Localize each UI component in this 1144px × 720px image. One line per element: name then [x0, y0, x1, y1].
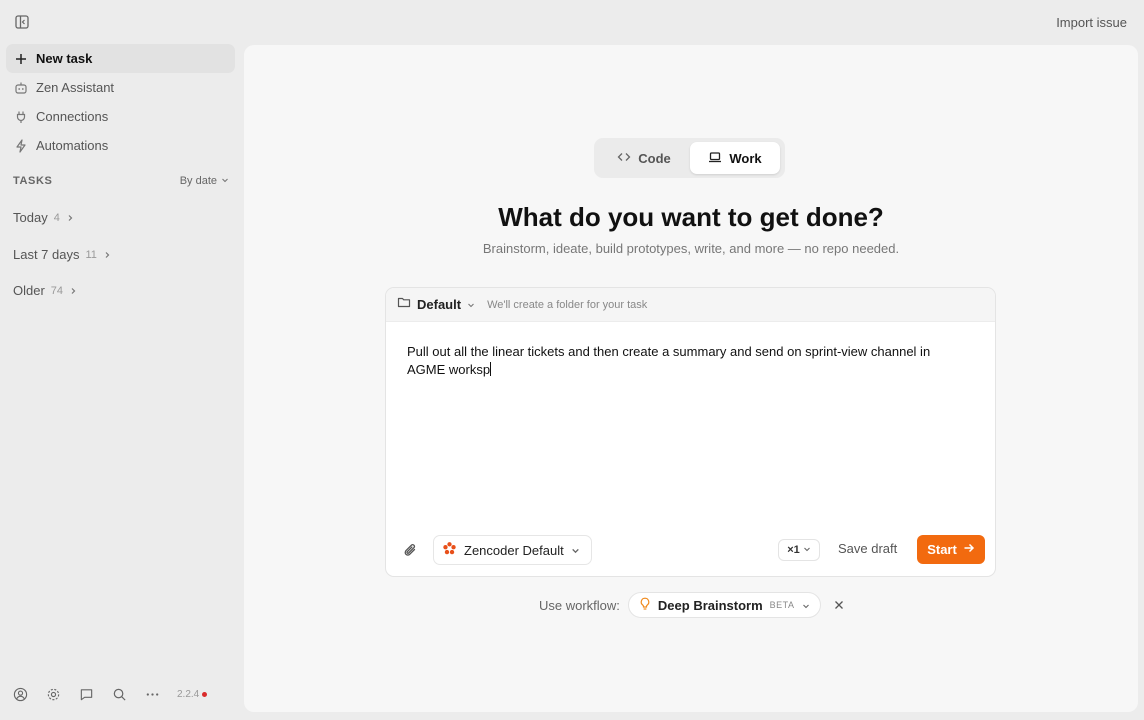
text-caret: [490, 362, 492, 376]
bolt-icon: [14, 138, 28, 153]
task-group-older[interactable]: Older 74: [13, 283, 77, 298]
version-text: 2.2.4: [177, 688, 200, 700]
task-group-today[interactable]: Today 4: [13, 210, 74, 225]
sidebar-item-new-task[interactable]: New task: [6, 44, 235, 73]
account-icon[interactable]: [12, 686, 28, 702]
tab-label: Code: [638, 150, 671, 166]
zencoder-logo-icon: [442, 541, 457, 559]
sidebar-toggle-icon[interactable]: [14, 14, 30, 30]
chevron-right-icon: [103, 247, 111, 262]
chevron-down-icon: [803, 544, 811, 556]
multiplier-dropdown[interactable]: ×1: [778, 539, 820, 561]
sort-label: By date: [179, 175, 217, 187]
chevron-down-icon: [467, 296, 475, 314]
task-composer: Default We'll create a folder for your t…: [385, 287, 996, 577]
chevron-right-icon: [69, 283, 77, 298]
task-group-label: Last 7 days: [13, 247, 80, 262]
start-label: Start: [927, 542, 957, 557]
plus-icon: [14, 52, 28, 66]
chevron-right-icon: [66, 210, 74, 225]
sidebar-nav: New task Zen Assistant Connections Autom…: [6, 44, 235, 160]
sidebar-item-label: Automations: [36, 138, 109, 153]
workflow-selector[interactable]: Deep Brainstorm BETA: [627, 592, 821, 618]
update-dot-icon: [202, 691, 208, 697]
sidebar-item-automations[interactable]: Automations: [6, 131, 235, 160]
import-issue-button[interactable]: Import issue: [1056, 15, 1127, 30]
task-group-label: Today: [13, 210, 48, 225]
task-group-count: 11: [85, 248, 97, 261]
sidebar-item-label: Zen Assistant: [36, 80, 115, 95]
sidebar-item-zen-assistant[interactable]: Zen Assistant: [6, 73, 235, 102]
task-group-count: 74: [50, 284, 64, 297]
workflow-prefix: Use workflow:: [539, 597, 620, 613]
chevron-down-icon: [221, 175, 229, 187]
code-icon: [617, 150, 631, 167]
save-draft-button[interactable]: Save draft: [838, 541, 897, 556]
sort-dropdown[interactable]: By date: [180, 175, 229, 187]
laptop-icon: [708, 150, 722, 167]
close-icon[interactable]: [833, 599, 845, 611]
composer-toolbar: Zencoder Default ×1 Save draft Start: [386, 535, 995, 565]
start-button[interactable]: Start: [917, 535, 985, 564]
plug-icon: [14, 110, 28, 124]
main-panel: Code Work What do you want to get done? …: [244, 45, 1138, 712]
agent-selector[interactable]: Zencoder Default: [433, 535, 592, 565]
chat-icon[interactable]: [78, 686, 94, 702]
gear-icon[interactable]: [45, 686, 61, 702]
search-icon[interactable]: [111, 686, 127, 702]
sidebar-item-label: New task: [36, 51, 93, 66]
tasks-heading: TASKS: [13, 175, 53, 187]
folder-selector[interactable]: Default We'll create a folder for your t…: [386, 288, 995, 322]
page-title: What do you want to get done?: [498, 202, 884, 232]
robot-icon: [14, 81, 28, 95]
agent-label: Zencoder Default: [464, 542, 564, 558]
multiplier-value: ×1: [787, 544, 800, 556]
arrow-right-icon: [963, 542, 975, 557]
mode-switch: Code Work: [594, 138, 785, 178]
task-group-label: Older: [13, 283, 45, 298]
lightbulb-icon: [639, 597, 651, 614]
beta-badge: BETA: [769, 600, 795, 610]
folder-icon: [397, 295, 411, 314]
prompt-input[interactable]: Pull out all the linear tickets and then…: [407, 343, 967, 379]
sidebar: New task Zen Assistant Connections Autom…: [0, 0, 243, 720]
task-group-count: 4: [53, 211, 60, 224]
prompt-text: Pull out all the linear tickets and then…: [407, 344, 931, 377]
folder-hint: We'll create a folder for your task: [487, 298, 648, 311]
more-icon[interactable]: [144, 686, 160, 702]
version-label: 2.2.4: [177, 688, 208, 700]
tab-code[interactable]: Code: [598, 142, 690, 174]
task-group-last-7-days[interactable]: Last 7 days 11: [13, 247, 111, 262]
tasks-header: TASKS By date: [13, 175, 229, 187]
tab-work[interactable]: Work: [690, 142, 780, 174]
paperclip-icon[interactable]: [403, 542, 419, 558]
app-window: New task Zen Assistant Connections Autom…: [0, 0, 1144, 720]
sidebar-item-label: Connections: [36, 109, 109, 124]
chevron-down-icon: [571, 543, 580, 558]
workflow-row: Use workflow: Deep Brainstorm BETA: [539, 592, 845, 618]
folder-name: Default: [417, 297, 462, 312]
chevron-down-icon: [802, 598, 810, 613]
workflow-name: Deep Brainstorm: [657, 597, 763, 613]
tab-label: Work: [729, 150, 762, 166]
sidebar-footer: 2.2.4: [12, 686, 208, 702]
page-subtitle: Brainstorm, ideate, build prototypes, wr…: [482, 241, 900, 256]
sidebar-item-connections[interactable]: Connections: [6, 102, 235, 131]
